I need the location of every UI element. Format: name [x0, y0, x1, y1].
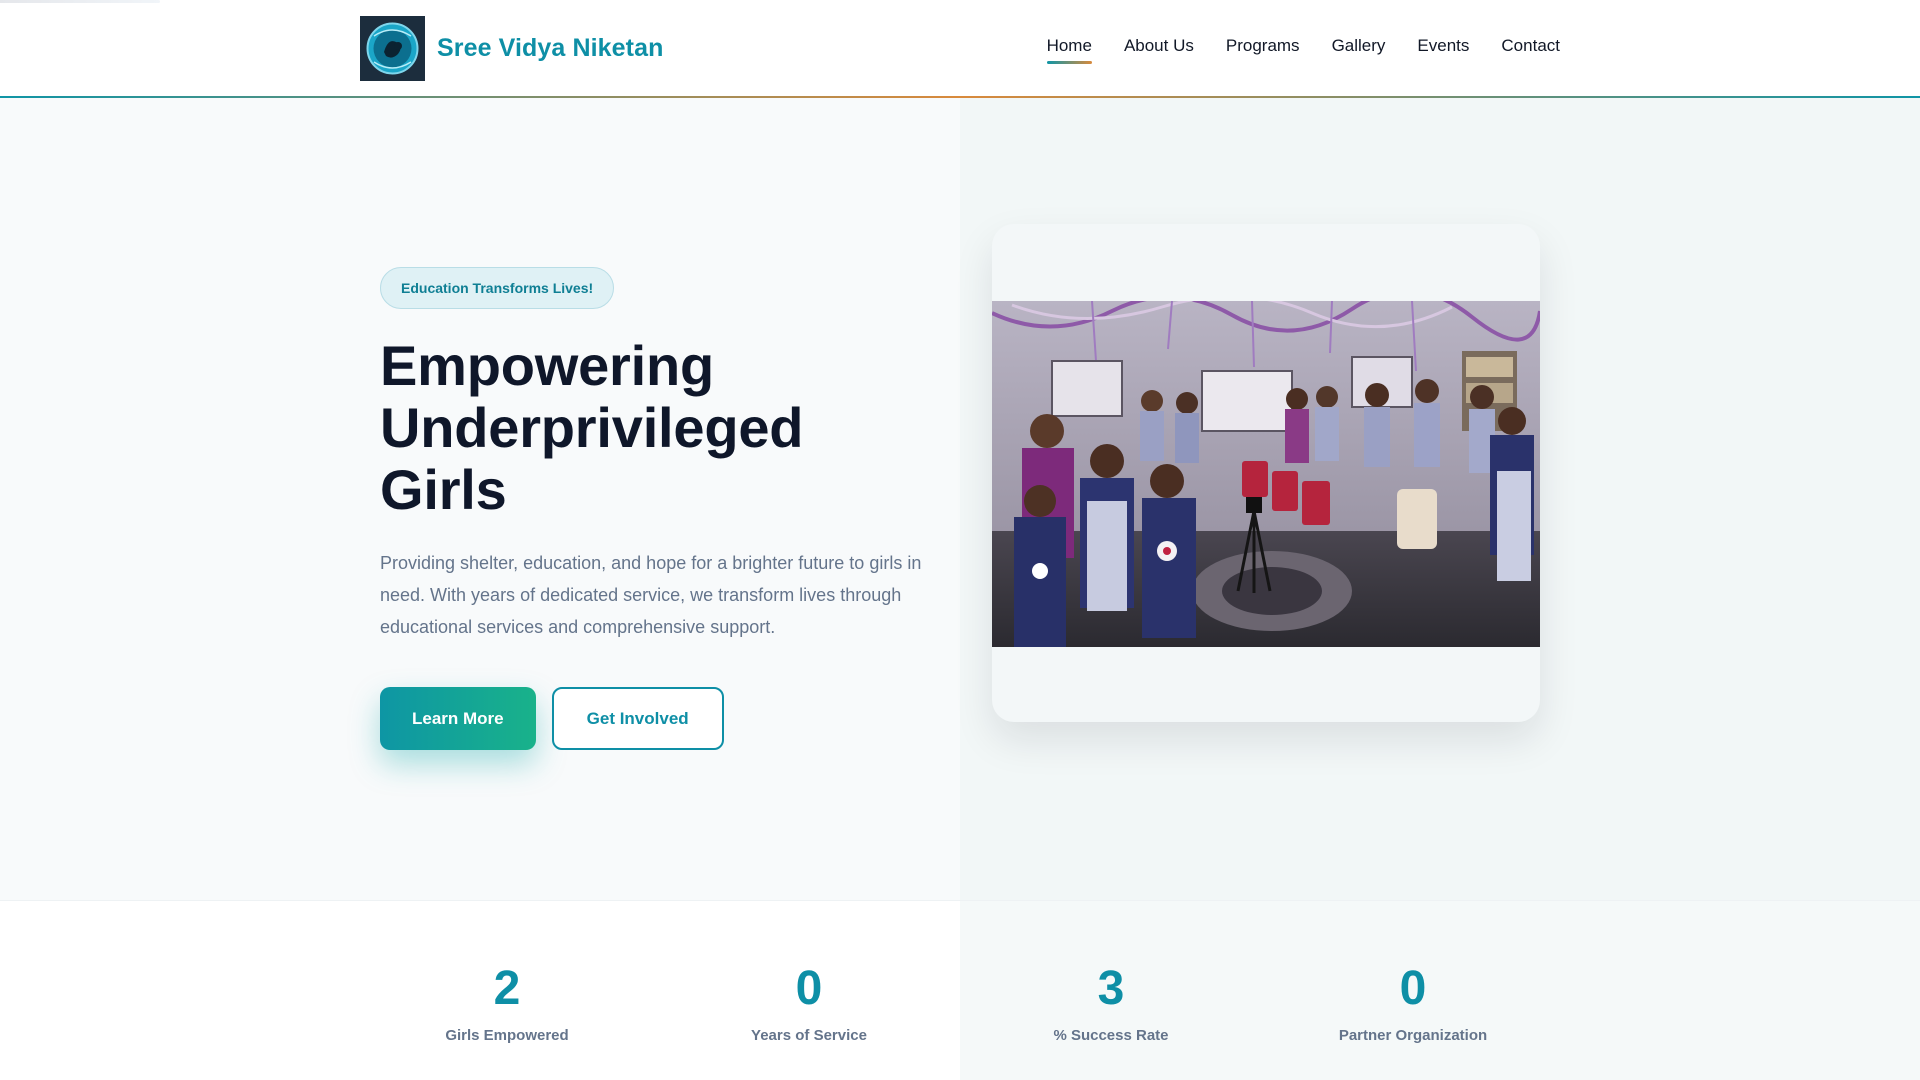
stat-success-rate: 3 % Success Rate: [981, 962, 1241, 1045]
stat-label: Girls Empowered: [445, 1027, 569, 1044]
header-divider: [0, 96, 1920, 98]
stats-section: 2 Girls Empowered 0 Years of Service 3 %…: [0, 900, 1920, 1080]
hero-description: Providing shelter, education, and hope f…: [380, 553, 922, 637]
nav-events[interactable]: Events: [1417, 36, 1469, 62]
stat-label: Years of Service: [751, 1027, 867, 1044]
stat-label: % Success Rate: [1053, 1027, 1169, 1044]
hero-badge: Education Transforms Lives!: [380, 267, 615, 309]
organization-logo-icon: [360, 16, 425, 81]
brand-name[interactable]: Sree Vidya Niketan: [437, 34, 663, 63]
stat-girls-empowered: 2 Girls Empowered: [377, 962, 637, 1045]
nav-programs[interactable]: Programs: [1226, 36, 1300, 62]
hero-title: Empowering Underprivileged Girls: [380, 335, 940, 521]
nav-gallery[interactable]: Gallery: [1332, 36, 1386, 62]
site-header: Sree Vidya Niketan Home About Us Program…: [0, 0, 1920, 98]
hero-actions: Learn More Get Involved: [380, 687, 940, 750]
stat-value: 3: [1097, 962, 1125, 1015]
scroll-progress-bar: [0, 0, 160, 3]
learn-more-button[interactable]: Learn More: [380, 687, 536, 750]
stat-years-of-service: 0 Years of Service: [679, 962, 939, 1045]
hero-content: Education Transforms Lives! Empowering U…: [380, 267, 940, 750]
stat-value: 2: [493, 962, 521, 1015]
students-photo: [992, 301, 1540, 647]
brand[interactable]: Sree Vidya Niketan: [360, 16, 663, 81]
hero-section: Education Transforms Lives! Empowering U…: [0, 98, 1920, 900]
get-involved-button[interactable]: Get Involved: [551, 687, 724, 750]
stat-label: Partner Organization: [1338, 1027, 1488, 1044]
hero-image-card: [992, 224, 1540, 722]
nav-home[interactable]: Home: [1046, 36, 1093, 64]
stat-value: 0: [795, 962, 823, 1015]
hero-title-line-1: Empowering: [380, 334, 715, 397]
stat-partner-organization: 0 Partner Organization: [1283, 962, 1543, 1045]
hero-title-line-2: Underprivileged Girls: [380, 396, 804, 521]
stat-value: 0: [1399, 962, 1427, 1015]
nav-contact[interactable]: Contact: [1501, 36, 1560, 62]
nav-about-us[interactable]: About Us: [1124, 36, 1194, 62]
main-navigation: Home About Us Programs Gallery Events Co…: [1046, 36, 1560, 64]
